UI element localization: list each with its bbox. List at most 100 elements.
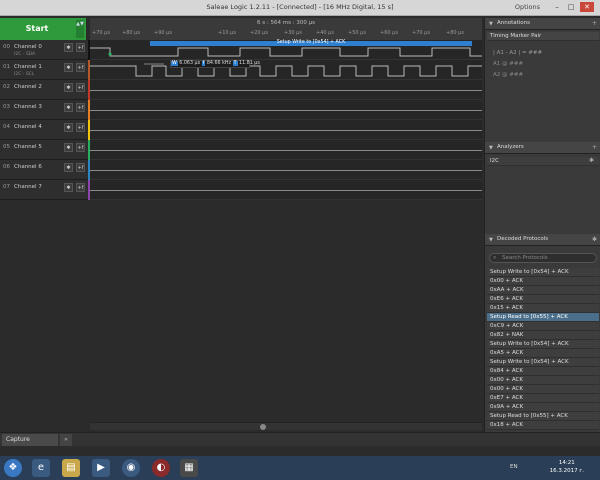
collapse-icon[interactable]: ▼: [489, 145, 493, 151]
channel-list: 00 Channel 0 I2C - SDA ✱ +f 01 Channel 1…: [0, 40, 91, 200]
channel-row-2[interactable]: 02 Channel 2 ✱ +f: [0, 80, 90, 100]
horizontal-scrollbar[interactable]: [90, 422, 482, 430]
start-button[interactable]: Start ▲▼: [0, 18, 86, 40]
list-item[interactable]: Setup Read to [0x55] + ACK: [487, 412, 599, 421]
channel-number: 01: [3, 64, 10, 70]
list-item[interactable]: 0x00 + ACK: [487, 385, 599, 394]
scroll-thumb[interactable]: [260, 424, 266, 430]
list-item[interactable]: 0xE7 + ACK: [487, 394, 599, 403]
channel-name[interactable]: Channel 1: [14, 64, 42, 70]
decoded-protocols-header[interactable]: ▼ Decoded Protocols ✱: [485, 234, 600, 246]
channel-number: 04: [3, 124, 10, 130]
calculator-icon[interactable]: ▦: [180, 459, 198, 477]
analyzers-header[interactable]: ▼ Analyzers +: [485, 142, 600, 154]
channel-row-5[interactable]: 05 Channel 5 ✱ +f: [0, 140, 90, 160]
ruler-tick: +60 µs: [380, 30, 398, 36]
gear-icon[interactable]: ✱: [64, 63, 73, 72]
channel-row-4[interactable]: 04 Channel 4 ✱ +f: [0, 120, 90, 140]
list-item[interactable]: 0x00 + ACK: [487, 277, 599, 286]
channel-name[interactable]: Channel 5: [14, 144, 42, 150]
start-menu-icon[interactable]: ❖: [4, 459, 22, 477]
options-menu[interactable]: Options: [515, 3, 540, 11]
add-annotation-icon[interactable]: +: [592, 20, 597, 27]
channel-row-7[interactable]: 07 Channel 7 ✱ +f: [0, 180, 90, 200]
channel-row-3[interactable]: 03 Channel 3 ✱ +f: [0, 100, 90, 120]
trigger-button[interactable]: +f: [76, 83, 85, 92]
annotations-header[interactable]: ▼ Annotations +: [485, 18, 600, 30]
channel-name[interactable]: Channel 0: [14, 44, 42, 50]
start-options-arrows[interactable]: ▲▼: [76, 20, 84, 38]
minimize-button[interactable]: –: [552, 2, 562, 12]
add-analyzer-icon[interactable]: +: [592, 144, 597, 151]
trigger-button[interactable]: +f: [76, 183, 85, 192]
list-item[interactable]: 0xE6 + ACK: [487, 295, 599, 304]
gear-icon[interactable]: ✱: [589, 157, 594, 164]
list-item-selected[interactable]: Setup Read to [0x55] + ACK: [487, 313, 599, 322]
waveform-view[interactable]: Setup Write to [0x54] + ACK W 6.063 µs f…: [90, 40, 482, 200]
channel-name[interactable]: Channel 6: [14, 164, 42, 170]
ie-icon[interactable]: e: [32, 459, 50, 477]
gear-icon[interactable]: ✱: [64, 43, 73, 52]
folder-icon[interactable]: ▤: [62, 459, 80, 477]
media-player-icon[interactable]: ▶: [92, 459, 110, 477]
list-item[interactable]: 0xAA + ACK: [487, 286, 599, 295]
decoded-protocols-title: Decoded Protocols: [497, 236, 549, 242]
gear-icon[interactable]: ✱: [64, 143, 73, 152]
chrome-icon[interactable]: ◉: [122, 459, 140, 477]
trigger-button[interactable]: +f: [76, 43, 85, 52]
saleae-icon[interactable]: ◐: [152, 459, 170, 477]
channel-analyzer-label: I2C - SDA: [14, 52, 36, 57]
list-item[interactable]: Setup Write to [0x54] + ACK: [487, 358, 599, 367]
channel-name[interactable]: Channel 2: [14, 84, 42, 90]
ruler-tick: +10 µs: [218, 30, 236, 36]
channel-name[interactable]: Channel 4: [14, 124, 42, 130]
ruler-tick: +70 µs: [92, 30, 110, 36]
list-item[interactable]: 0x84 + ACK: [487, 367, 599, 376]
more-tabs-button[interactable]: »: [60, 434, 72, 446]
gear-icon[interactable]: ✱: [64, 103, 73, 112]
trigger-button[interactable]: +f: [76, 63, 85, 72]
channel-row-0[interactable]: 00 Channel 0 I2C - SDA ✱ +f: [0, 40, 90, 60]
gear-icon[interactable]: ✱: [64, 83, 73, 92]
waveform-channel-6: [90, 160, 482, 180]
channel-name[interactable]: Channel 3: [14, 104, 42, 110]
gear-icon[interactable]: ✱: [64, 183, 73, 192]
waveform-channel-5: [90, 140, 482, 160]
channel-row-1[interactable]: 01 Channel 1 I2C - SCL ✱ +f: [0, 60, 90, 80]
channel-name[interactable]: Channel 7: [14, 184, 42, 190]
clock[interactable]: 14:21 16.3.2017 г.: [550, 459, 584, 475]
list-item[interactable]: 0x00 + ACK: [487, 376, 599, 385]
search-protocols-input[interactable]: Search Protocols: [489, 253, 597, 263]
analyzer-item-i2c[interactable]: I2C: [487, 157, 599, 166]
maximize-button[interactable]: □: [566, 2, 576, 12]
channel-analyzer-label: I2C - SCL: [14, 72, 35, 77]
time-ruler: 6 s : 564 ms : 300 µs +70 µs +80 µs +90 …: [90, 18, 482, 40]
list-item[interactable]: 0xC9 + ACK: [487, 322, 599, 331]
list-item[interactable]: Setup Write to [0x54] + ACK: [487, 268, 599, 277]
trigger-button[interactable]: +f: [76, 103, 85, 112]
bottom-bar: Capture »: [0, 432, 600, 446]
collapse-icon[interactable]: ▼: [489, 21, 493, 27]
decoded-list[interactable]: Setup Write to [0x54] + ACK 0x00 + ACK 0…: [485, 268, 600, 432]
start-label: Start: [25, 24, 49, 33]
list-item[interactable]: 0x18 + ACK: [487, 421, 599, 430]
gear-icon[interactable]: ✱: [64, 123, 73, 132]
sda-signal: [90, 47, 482, 57]
language-indicator[interactable]: EN: [510, 464, 518, 470]
trigger-button[interactable]: +f: [76, 143, 85, 152]
title-bar: Saleae Logic 1.2.11 - [Connected] - [16 …: [0, 0, 600, 16]
collapse-icon[interactable]: ▼: [489, 237, 493, 243]
capture-tab[interactable]: Capture: [2, 434, 58, 446]
timing-marker-pair[interactable]: Timing Marker Pair: [487, 32, 599, 41]
list-item[interactable]: 0xA5 + ACK: [487, 349, 599, 358]
gear-icon[interactable]: ✱: [592, 236, 597, 243]
list-item[interactable]: Setup Write to [0x54] + ACK: [487, 340, 599, 349]
close-button[interactable]: ✕: [580, 2, 594, 12]
trigger-button[interactable]: +f: [76, 163, 85, 172]
gear-icon[interactable]: ✱: [64, 163, 73, 172]
list-item[interactable]: 0x9A + ACK: [487, 403, 599, 412]
list-item[interactable]: 0x15 + ACK: [487, 304, 599, 313]
trigger-button[interactable]: +f: [76, 123, 85, 132]
list-item[interactable]: 0x82 + NAK: [487, 331, 599, 340]
channel-row-6[interactable]: 06 Channel 6 ✱ +f: [0, 160, 90, 180]
